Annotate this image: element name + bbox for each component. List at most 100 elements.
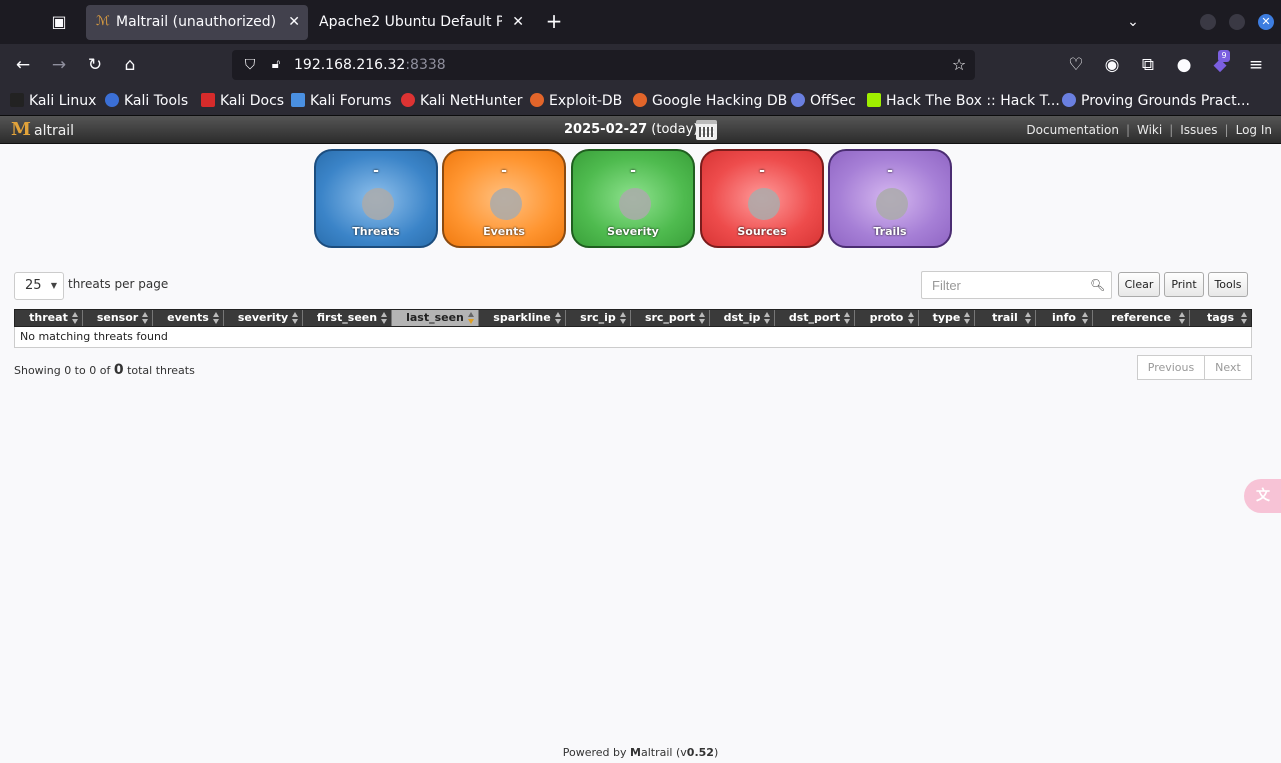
events-counter[interactable]: - Events — [442, 149, 566, 248]
version-number: 0.52 — [686, 746, 714, 759]
menu-icon[interactable]: ≡ — [1244, 53, 1268, 77]
counter-label: Trails — [873, 225, 907, 238]
filter-input[interactable] — [922, 272, 1087, 298]
severity-counter[interactable]: - Severity — [571, 149, 695, 248]
counter-label: Sources — [737, 225, 787, 238]
filter-box: 🔍︎ — [921, 271, 1112, 299]
wiki-link[interactable]: Wiki — [1137, 123, 1162, 137]
extensions-icon[interactable]: ⧉ — [1136, 53, 1160, 77]
col-threat[interactable]: threat — [15, 310, 83, 326]
home-icon[interactable]: ⌂ — [118, 53, 142, 77]
calendar-icon[interactable] — [696, 120, 717, 140]
sources-counter[interactable]: - Sources — [700, 149, 824, 248]
loading-dot — [876, 188, 908, 220]
dropdown-arrow-icon: ▼ — [50, 281, 57, 290]
url-bar[interactable]: ⛉ 🔓︎ 192.168.216.32:8338 ☆ — [232, 50, 975, 80]
bookmark-proving-grounds[interactable]: Proving Grounds Pract... — [1062, 91, 1250, 111]
account-icon[interactable]: ◉ — [1100, 53, 1124, 77]
url-host: 192.168.216.32 — [294, 57, 406, 73]
col-src-port[interactable]: src_port — [631, 310, 710, 326]
sort-icon — [142, 312, 149, 324]
back-icon[interactable]: ← — [11, 53, 35, 77]
threats-table-header: threat sensor events severity first_seen… — [14, 309, 1252, 327]
close-tab-icon[interactable]: ✕ — [512, 5, 524, 40]
login-link[interactable]: Log In — [1236, 123, 1272, 137]
next-button[interactable]: Next — [1204, 355, 1252, 380]
tab-title: Maltrail (unauthorized) — [116, 14, 277, 30]
col-last-seen[interactable]: last_seen — [392, 310, 479, 326]
maximize-window-button[interactable] — [1229, 14, 1245, 30]
circle-extension-icon[interactable]: ● — [1172, 53, 1196, 77]
col-trail[interactable]: trail — [975, 310, 1036, 326]
col-type[interactable]: type — [919, 310, 975, 326]
previous-button[interactable]: Previous — [1137, 355, 1205, 380]
maltrail-logo[interactable]: Maltrail — [8, 118, 74, 142]
bookmark-label: OffSec — [810, 93, 856, 109]
kali-forums-icon — [291, 93, 305, 107]
col-src-ip[interactable]: src_ip — [566, 310, 631, 326]
forward-icon[interactable]: → — [47, 53, 71, 77]
col-events[interactable]: events — [153, 310, 224, 326]
pocket-icon[interactable]: ♡ — [1064, 53, 1088, 77]
bookmarks-toolbar: Kali Linux Kali Tools Kali Docs Kali For… — [0, 86, 1281, 116]
col-reference[interactable]: reference — [1093, 310, 1190, 326]
sort-icon — [699, 312, 706, 324]
empty-table-row: No matching threats found — [14, 327, 1252, 348]
insecure-lock-icon[interactable]: 🔓︎ — [267, 55, 285, 75]
col-first-seen[interactable]: first_seen — [303, 310, 392, 326]
threats-counter[interactable]: - Threats — [314, 149, 438, 248]
reload-icon[interactable]: ↻ — [83, 53, 107, 77]
close-window-button[interactable]: ✕ — [1258, 14, 1274, 30]
documentation-link[interactable]: Documentation — [1026, 123, 1119, 137]
offsec-icon — [791, 93, 805, 107]
date-value: 2025-02-27 — [564, 122, 648, 137]
tab-list-icon[interactable]: ▣ — [47, 10, 71, 34]
counter-label: Severity — [607, 225, 659, 238]
search-icon[interactable]: 🔍︎ — [1090, 278, 1105, 292]
bookmark-exploit-db[interactable]: Exploit-DB — [530, 91, 622, 111]
minimize-window-button[interactable] — [1200, 14, 1216, 30]
trails-counter[interactable]: - Trails — [828, 149, 952, 248]
col-severity[interactable]: severity — [224, 310, 303, 326]
table-info: Showing 0 to 0 of 0 total threats — [14, 362, 195, 378]
ghdb-icon — [633, 93, 647, 107]
url-text[interactable]: 192.168.216.32:8338 — [294, 50, 446, 80]
bookmark-offsec[interactable]: OffSec — [791, 91, 856, 111]
sort-icon — [72, 312, 79, 324]
col-sensor[interactable]: sensor — [83, 310, 153, 326]
page-size-select[interactable]: 25 ▼ — [14, 272, 64, 300]
new-tab-icon[interactable]: + — [542, 10, 566, 34]
col-tags[interactable]: tags — [1190, 310, 1251, 326]
col-info[interactable]: info — [1036, 310, 1093, 326]
kali-tools-icon — [105, 93, 119, 107]
chevron-down-icon[interactable]: ⌄ — [1121, 10, 1145, 34]
tab-apache[interactable]: Apache2 Ubuntu Default Page ✕ — [310, 5, 532, 40]
bookmark-kali-forums[interactable]: Kali Forums — [291, 91, 391, 111]
close-tab-icon[interactable]: ✕ — [288, 5, 300, 40]
col-sparkline[interactable]: sparkline — [479, 310, 566, 326]
bookmark-star-icon[interactable]: ☆ — [949, 55, 969, 75]
counter-value: - — [630, 163, 636, 179]
tools-button[interactable]: Tools — [1208, 272, 1248, 297]
issues-link[interactable]: Issues — [1180, 123, 1217, 137]
bookmark-kali-docs[interactable]: Kali Docs — [201, 91, 284, 111]
col-dst-port[interactable]: dst_port — [775, 310, 855, 326]
bookmark-hack-the-box[interactable]: Hack The Box :: Hack T... — [867, 91, 1060, 111]
bookmark-label: Kali Forums — [310, 93, 392, 109]
kali-dragon-icon — [10, 93, 24, 107]
col-proto[interactable]: proto — [855, 310, 919, 326]
counter-label: Events — [483, 225, 525, 238]
bookmark-google-hacking-db[interactable]: Google Hacking DB — [633, 91, 787, 111]
clear-button[interactable]: Clear — [1118, 272, 1160, 297]
bookmark-label: Exploit-DB — [549, 93, 623, 109]
bookmark-label: Kali Docs — [220, 93, 285, 109]
col-dst-ip[interactable]: dst_ip — [710, 310, 775, 326]
shield-icon[interactable]: ⛉ — [241, 55, 259, 75]
bookmark-label: Hack The Box :: Hack T... — [886, 93, 1060, 109]
tab-maltrail[interactable]: ℳ Maltrail (unauthorized) ✕ — [86, 5, 308, 40]
translate-icon[interactable]: 文 — [1244, 479, 1281, 513]
bookmark-kali-linux[interactable]: Kali Linux — [10, 91, 96, 111]
bookmark-kali-nethunter[interactable]: Kali NetHunter — [401, 91, 522, 111]
print-button[interactable]: Print — [1164, 272, 1204, 297]
bookmark-kali-tools[interactable]: Kali Tools — [105, 91, 188, 111]
